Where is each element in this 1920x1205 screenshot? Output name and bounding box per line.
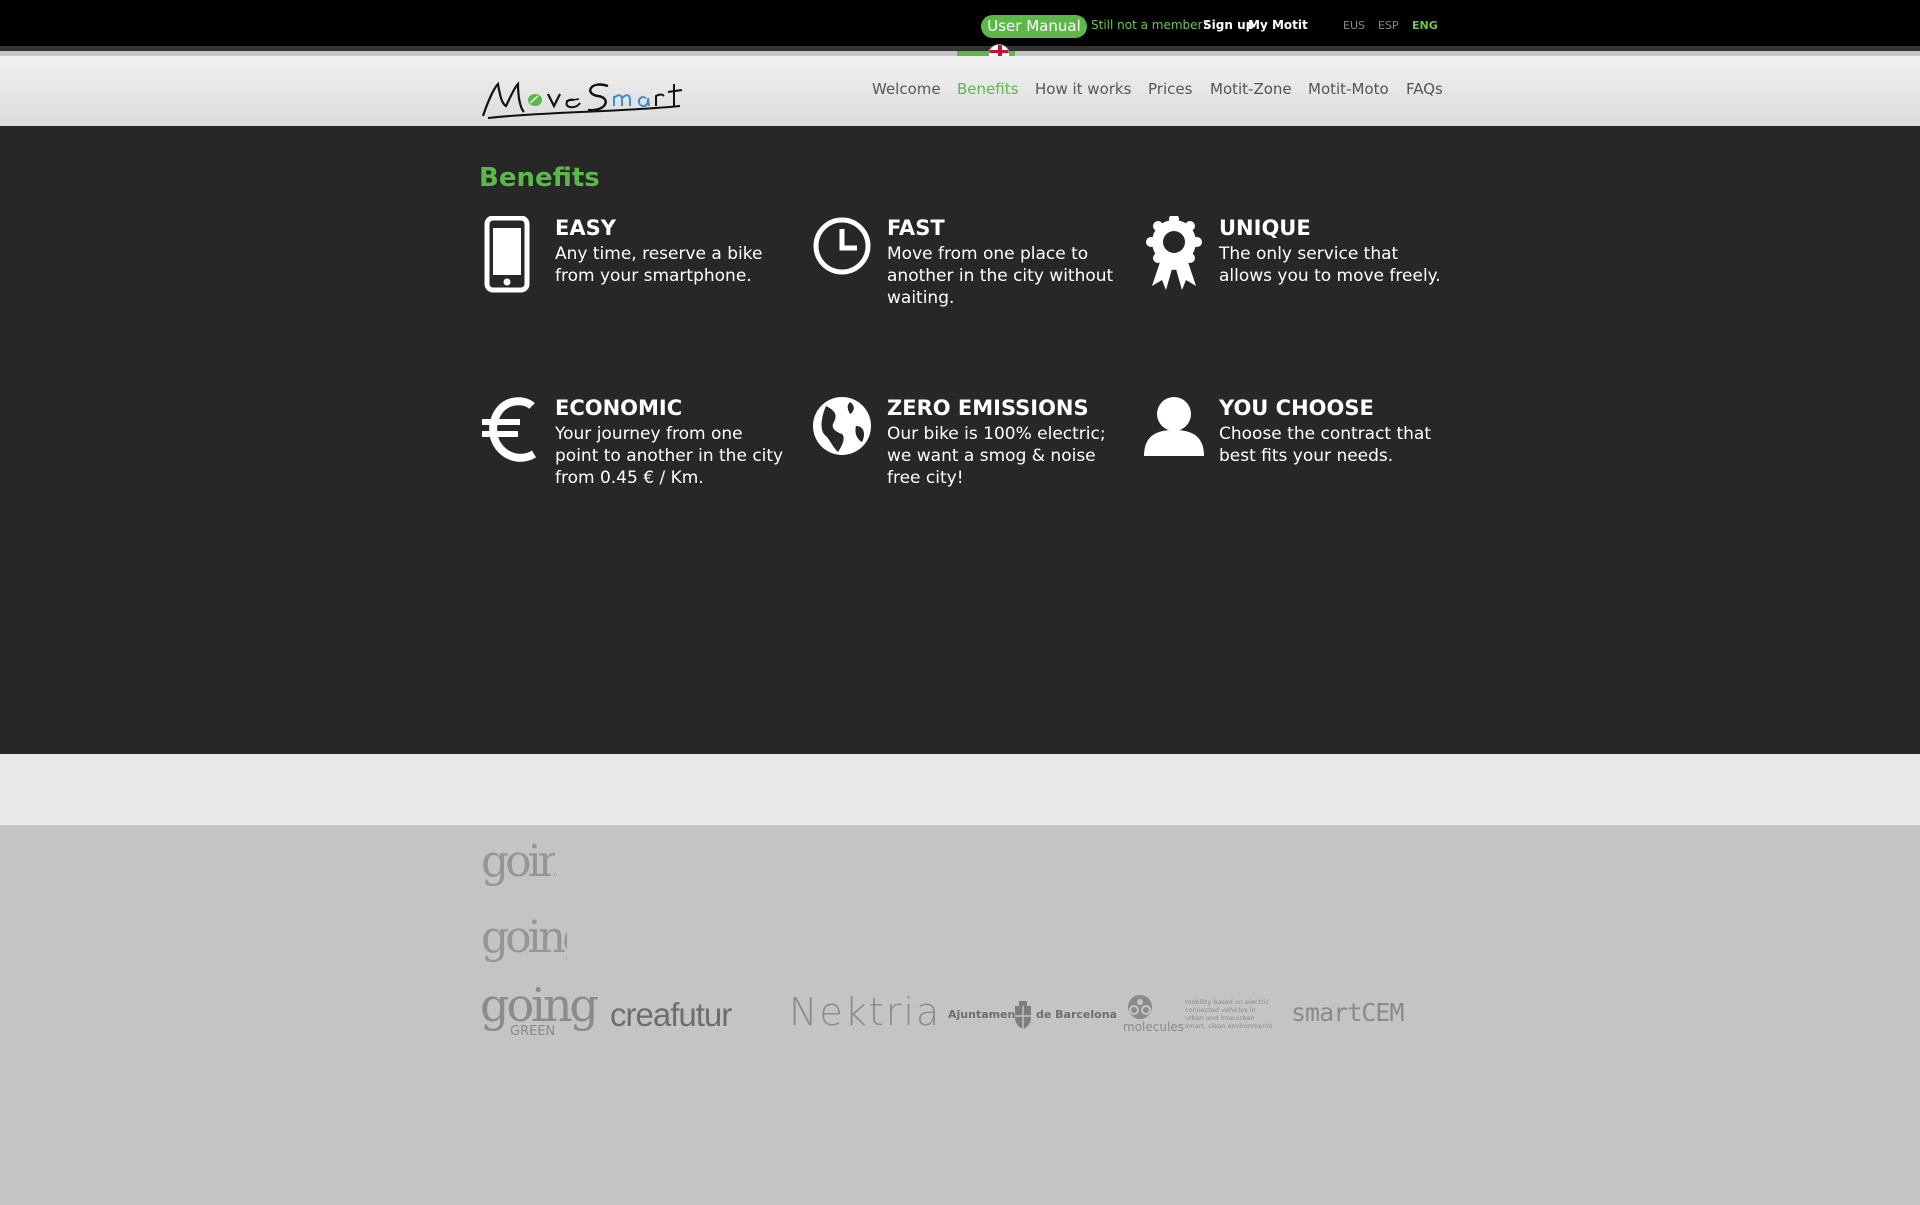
benefit-title: ZERO EMISSIONS <box>887 396 1089 420</box>
footer-strip <box>0 754 1920 825</box>
nav-motit-moto[interactable]: Motit-Moto <box>1308 80 1389 98</box>
member-prompt-text: Still not a member? <box>1091 18 1209 32</box>
going-green-logo-faded-2[interactable]: going <box>481 912 567 964</box>
sign-up-link[interactable]: Sign up <box>1203 18 1254 32</box>
going-green-logo-faded-1[interactable]: going <box>481 836 555 888</box>
creafutur-logo[interactable]: creafutur <box>610 996 732 1034</box>
lang-esp[interactable]: ESP <box>1378 19 1399 32</box>
user-manual-button[interactable]: User Manual <box>981 15 1087 38</box>
nav-how-it-works[interactable]: How it works <box>1035 80 1131 98</box>
globe-icon <box>813 397 871 455</box>
benefit-text: The only service that allows you to move… <box>1219 244 1441 286</box>
my-motit-link[interactable]: My Motit <box>1248 18 1308 32</box>
benefit-title: ECONOMIC <box>555 396 683 420</box>
benefit-title: FAST <box>887 216 945 240</box>
nav-welcome[interactable]: Welcome <box>872 80 941 98</box>
movesmart-logo[interactable] <box>480 76 695 122</box>
nav-motit-zone[interactable]: Motit-Zone <box>1210 80 1292 98</box>
lang-eng[interactable]: ENG <box>1412 19 1438 32</box>
molecules-icon <box>1128 995 1152 1019</box>
benefit-text: Your journey from one point to another i… <box>555 424 784 488</box>
benefit-text: Choose the contract that best fits your … <box>1219 424 1432 466</box>
going-green-logo[interactable]: going GREEN <box>480 978 599 1042</box>
nav-prices[interactable]: Prices <box>1148 80 1192 98</box>
benefit-title: EASY <box>555 216 616 240</box>
user-icon <box>1144 397 1204 456</box>
award-icon <box>1146 216 1202 290</box>
benefit-title: YOU CHOOSE <box>1219 396 1374 420</box>
euro-icon <box>482 397 537 462</box>
nektria-logo[interactable]: Nektria <box>789 990 941 1034</box>
smartphone-icon <box>484 216 530 293</box>
page-title: Benefits <box>479 163 600 193</box>
nav-benefits[interactable]: Benefits <box>957 80 1018 98</box>
ajuntament-barcelona-logo[interactable]: Ajuntament de Barcelona <box>948 1000 1117 1032</box>
benefit-text: Move from one place to another in the ci… <box>887 244 1114 308</box>
lang-eus[interactable]: EUS <box>1343 19 1365 32</box>
smartcem-logo[interactable]: smartCEM <box>1291 998 1404 1027</box>
clock-icon <box>813 217 871 275</box>
benefit-title: UNIQUE <box>1219 216 1311 240</box>
benefit-text: Our bike is 100% electric; we want a smo… <box>887 424 1106 488</box>
molecules-logo[interactable]: molecules mobility based on electric con… <box>1123 994 1273 1036</box>
nav-faqs[interactable]: FAQs <box>1406 80 1443 98</box>
benefit-text: Any time, reserve a bike from your smart… <box>555 244 763 286</box>
top-bar: User Manual Still not a member? Sign up … <box>0 0 1920 51</box>
barcelona-shield-icon <box>1015 1001 1031 1029</box>
